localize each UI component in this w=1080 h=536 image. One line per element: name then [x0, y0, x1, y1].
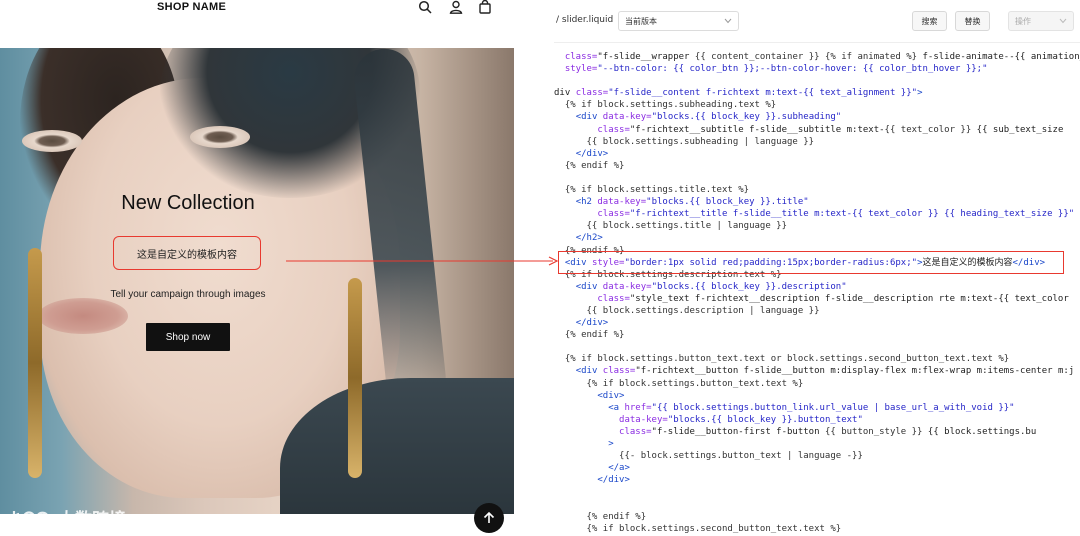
custom-template-box: 这是自定义的模板内容 — [113, 236, 261, 270]
code-line[interactable]: ​ class="style_text f-richtext__descript… — [554, 293, 1080, 305]
code-line[interactable]: ​ data-key="blocks.{{ block_key }}.butto… — [554, 414, 1080, 426]
hero-photo-eye — [190, 126, 250, 148]
code-line[interactable]: ​ <div data-key="blocks.{{ block_key }}.… — [554, 281, 1080, 293]
code-line[interactable]: ​ class="f-richtext__title f-slide__titl… — [554, 208, 1080, 220]
code-line[interactable]: ​ {{ block.settings.subheading | languag… — [554, 136, 1080, 148]
search-icon[interactable] — [418, 0, 434, 16]
divider-gap — [514, 0, 554, 536]
operations-select-value: 操作 — [1015, 16, 1031, 26]
hero-description: Tell your campaign through images — [110, 289, 266, 300]
editor-toolbar: / slider.liquid 当前版本 搜索 替换 操作 — [554, 0, 1080, 43]
chevron-down-icon — [724, 18, 732, 24]
version-select-value: 当前版本 — [625, 16, 657, 26]
code-line[interactable]: ​ {% endif %} — [554, 511, 1080, 523]
hero-banner: New Collection 这是自定义的模板内容 Tell your camp… — [0, 48, 514, 514]
hero-title: New Collection — [121, 192, 255, 214]
operations-select[interactable]: 操作 — [1008, 11, 1074, 31]
bag-icon[interactable] — [478, 0, 494, 16]
search-button[interactable]: 搜索 — [912, 11, 947, 31]
code-line[interactable]: ​ — [554, 498, 1080, 510]
code-line[interactable]: ​ {% if block.settings.subheading.text %… — [554, 99, 1080, 111]
code-line[interactable]: ​ > — [554, 438, 1080, 450]
code-line[interactable]: ​ </h2> — [554, 232, 1080, 244]
arrow-annotation — [286, 256, 559, 266]
hero-photo-lips — [38, 298, 128, 334]
user-icon[interactable] — [449, 0, 465, 16]
hero-photo-eye — [22, 130, 82, 152]
code-line[interactable]: ​ {% if block.settings.button_text.text … — [554, 353, 1080, 365]
version-select[interactable]: 当前版本 — [618, 11, 739, 31]
code-line[interactable]: ​ </a> — [554, 462, 1080, 474]
code-content[interactable]: ​ class="f-slide__wrapper {{ content_con… — [554, 51, 1080, 536]
code-line[interactable]: ​ <h2 data-key="blocks.{{ block_key }}.t… — [554, 196, 1080, 208]
code-line[interactable]: ​ {% endif %} — [554, 160, 1080, 172]
code-line[interactable]: ​ <div> — [554, 390, 1080, 402]
store-header: SHOP NAME — [0, 0, 514, 48]
watermark: 大数跨境 — [10, 505, 126, 530]
code-line[interactable]: ​ — [554, 75, 1080, 87]
code-line[interactable]: ​ <div class="f-richtext__button f-slide… — [554, 365, 1080, 377]
code-line[interactable]: ​ — [554, 341, 1080, 353]
code-line[interactable]: ​ </div> — [554, 474, 1080, 486]
watermark-logo-icon — [12, 510, 50, 525]
code-line[interactable]: ​ <a href="{{ block.settings.button_link… — [554, 402, 1080, 414]
watermark-text: 大数跨境 — [58, 510, 126, 530]
storefront-preview: SHOP NAME New Collection 这是自定义的模板内容 Tell… — [0, 0, 514, 536]
chevron-down-icon — [1059, 18, 1067, 24]
code-line[interactable]: ​ <div data-key="blocks.{{ block_key }}.… — [554, 111, 1080, 123]
shop-now-button[interactable]: Shop now — [146, 323, 230, 351]
code-line[interactable]: ​ {% if block.settings.second_button_tex… — [554, 523, 1080, 535]
arrow-up-icon — [483, 511, 495, 523]
shop-name[interactable]: SHOP NAME — [157, 1, 226, 13]
code-line[interactable]: ​ {% if block.settings.button_text.text … — [554, 378, 1080, 390]
code-line[interactable]: ​ {{ block.settings.title | language }} — [554, 220, 1080, 232]
code-line[interactable]: ​ {{- block.settings.button_text | langu… — [554, 450, 1080, 462]
file-name: / slider.liquid — [556, 15, 614, 25]
code-line[interactable]: ​ — [554, 486, 1080, 498]
code-line[interactable]: ​ — [554, 172, 1080, 184]
earring-right — [348, 278, 362, 478]
replace-button[interactable]: 替换 — [955, 11, 990, 31]
code-line[interactable]: ​ style="--btn-color: {{ color_btn }};--… — [554, 63, 1080, 75]
code-editor: / slider.liquid 当前版本 搜索 替换 操作 ​ class="f… — [554, 0, 1080, 536]
highlighted-code-line — [558, 251, 1064, 274]
code-line[interactable]: ​ {% if block.settings.title.text %} — [554, 184, 1080, 196]
code-line[interactable]: ​ class="f-slide__wrapper {{ content_con… — [554, 51, 1080, 63]
code-line[interactable]: ​ class="f-richtext__subtitle f-slide__s… — [554, 124, 1080, 136]
code-line[interactable]: ​ </div> — [554, 317, 1080, 329]
code-line[interactable]: ​ </div> — [554, 148, 1080, 160]
code-line[interactable]: ​ {{ block.settings.description | langua… — [554, 305, 1080, 317]
code-line[interactable]: ​ {% endif %} — [554, 329, 1080, 341]
earring-left — [28, 248, 42, 478]
back-to-top-button[interactable] — [474, 503, 504, 533]
code-line[interactable]: ​div class="f-slide__content f-richtext … — [554, 87, 1080, 99]
code-line[interactable]: ​ class="f-slide__button-first f-button … — [554, 426, 1080, 438]
